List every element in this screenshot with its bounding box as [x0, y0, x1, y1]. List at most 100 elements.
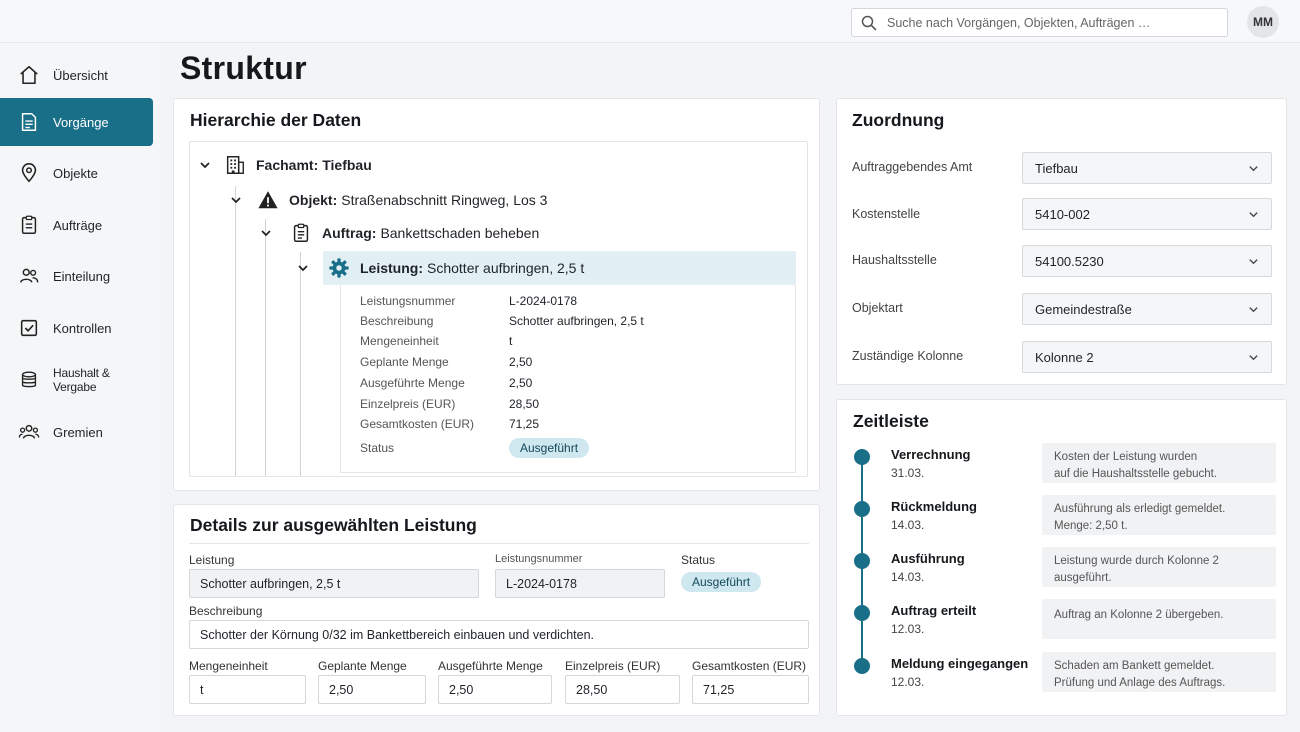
avatar[interactable]: MM	[1247, 6, 1279, 38]
leistungsnummer-field[interactable]: L-2024-0178	[495, 569, 665, 598]
einzelpreis-field[interactable]: 28,50	[565, 675, 680, 704]
timeline-event-note: Leistung wurde durch Kolonne 2 ausgeführ…	[1042, 547, 1276, 587]
note-line: ausgeführt.	[1054, 572, 1112, 584]
page-title: Struktur	[180, 50, 307, 86]
select-value: Kolonne 2	[1035, 349, 1094, 365]
sidebar-item-gremien[interactable]: Gremien	[0, 408, 153, 456]
sidebar-item-label: Vorgänge	[53, 114, 109, 130]
tree-guide-line	[300, 252, 301, 476]
note-line: Kosten der Leistung wurden	[1054, 451, 1198, 463]
timeline-event-date: 14.03.	[891, 518, 925, 532]
details-title: Details zur ausgewählten Leistung	[190, 515, 477, 535]
select-value: 5410-002	[1035, 206, 1090, 222]
home-icon	[20, 65, 38, 85]
zuordnung-label: Objektart	[852, 301, 903, 315]
gesamtkosten-field[interactable]: 71,25	[692, 675, 809, 704]
sidebar-item-auftraege[interactable]: Aufträge	[0, 201, 153, 249]
beschreibung-field[interactable]: Schotter der Körnung 0/32 im Bankettbere…	[189, 620, 809, 649]
sidebar-item-objekte[interactable]: Objekte	[0, 149, 153, 197]
detail-key: Leistungsnummer	[360, 294, 456, 308]
leistung-label: Leistung	[189, 553, 235, 567]
timeline-event-date: 12.03.	[891, 622, 925, 636]
timeline-dot	[854, 553, 870, 569]
sidebar-item-kontrollen[interactable]: Kontrollen	[0, 304, 153, 352]
tree-node-value: Bankettschaden beheben	[380, 225, 540, 241]
note-line: Auftrag an Kolonne 2 übergeben.	[1054, 609, 1224, 621]
note-line: auf die Haushaltsstelle gebucht.	[1054, 468, 1218, 480]
chevron-down-icon[interactable]	[230, 194, 242, 206]
tree-guide-line	[265, 219, 266, 476]
ausgefuehrte-menge-field[interactable]: 2,50	[438, 675, 552, 704]
timeline-event-title: Ausführung	[891, 551, 965, 566]
details-card: Details zur ausgewählten Leistung Leistu…	[173, 504, 820, 716]
search-input[interactable]	[887, 15, 1207, 30]
sidebar-item-label: Gremien	[53, 424, 103, 440]
detail-key: Geplante Menge	[360, 355, 449, 369]
chevron-down-icon[interactable]	[297, 262, 309, 274]
amt-select[interactable]: Tiefbau	[1022, 152, 1272, 184]
zuordnung-card: Zuordnung Auftraggebendes Amt Tiefbau Ko…	[836, 98, 1287, 385]
sidebar-item-uebersicht[interactable]: Übersicht	[0, 51, 153, 99]
detail-key: Status	[360, 441, 395, 455]
tree-node-value: Schotter aufbringen, 2,5 t	[427, 260, 585, 276]
zuordnung-title: Zuordnung	[852, 110, 945, 130]
chevron-down-icon[interactable]	[199, 159, 211, 171]
objektart-select[interactable]: Gemeindestraße	[1022, 293, 1272, 325]
tree-node-leistung[interactable]: Leistung: Schotter aufbringen, 2,5 t	[328, 256, 584, 280]
sidebar: Übersicht Vorgänge Objekte Aufträge Eint…	[0, 43, 160, 732]
tree-node-auftrag[interactable]: Auftrag: Bankettschaden beheben	[290, 221, 539, 245]
detail-key: Gesamtkosten (EUR)	[360, 417, 475, 431]
kostenstelle-select[interactable]: 5410-002	[1022, 198, 1272, 230]
sidebar-item-haushalt[interactable]: Haushalt & Vergabe	[0, 356, 153, 404]
warning-icon	[258, 191, 278, 209]
hierarchy-card: Hierarchie der Daten Fachamt: Tiefbau Ob…	[173, 98, 820, 491]
note-line: Leistung wurde durch Kolonne 2	[1054, 555, 1219, 567]
timeline-event-title: Meldung eingegangen	[891, 656, 1029, 671]
sidebar-item-label: Kontrollen	[53, 320, 112, 336]
tree-node-fachamt[interactable]: Fachamt: Tiefbau	[224, 153, 376, 177]
kolonne-select[interactable]: Kolonne 2	[1022, 341, 1272, 373]
timeline-event-note: Schaden am Bankett gemeldet. Prüfung und…	[1042, 652, 1276, 692]
hierarchy-tree: Fachamt: Tiefbau Objekt: Straßenabschnit…	[189, 141, 808, 477]
timeline-event-title: Rückmeldung	[891, 499, 977, 514]
zuordnung-label: Auftraggebendes Amt	[852, 160, 973, 174]
timeline-title: Zeitleiste	[853, 411, 929, 431]
status-label: Status	[681, 553, 716, 567]
sidebar-item-vorgaenge[interactable]: Vorgänge	[0, 98, 153, 146]
timeline-event-note: Kosten der Leistung wurden auf die Haush…	[1042, 443, 1276, 483]
note-line: Schaden am Bankett gemeldet.	[1054, 660, 1215, 672]
zuordnung-label: Kostenstelle	[852, 207, 921, 221]
chevron-down-icon	[1249, 307, 1258, 313]
timeline-event-note: Auftrag an Kolonne 2 übergeben.	[1042, 599, 1276, 639]
sidebar-item-label: Objekte	[53, 165, 98, 181]
tree-node-label: Leistung:	[360, 260, 423, 276]
status-badge: Ausgeführt	[681, 572, 762, 592]
detail-value: 71,25	[509, 417, 540, 431]
note-line: Ausführung als erledigt gemeldet.	[1054, 503, 1226, 515]
geplante-menge-field[interactable]: 2,50	[318, 675, 426, 704]
select-value: 54100.5230	[1035, 253, 1104, 269]
geplante-menge-label: Geplante Menge	[318, 659, 407, 673]
tree-node-value: Straßenabschnitt Ringweg, Los 3	[341, 192, 548, 208]
tree-node-label: Objekt:	[289, 192, 338, 208]
tree-node-objekt[interactable]: Objekt: Straßenabschnitt Ringweg, Los 3	[257, 188, 547, 212]
mengeneinheit-field[interactable]: t	[189, 675, 306, 704]
timeline-event-title: Verrechnung	[891, 447, 971, 462]
clipboard-icon	[21, 215, 37, 234]
detail-value: Schotter aufbringen, 2,5 t	[509, 314, 644, 328]
search-box[interactable]	[851, 8, 1228, 37]
users-icon	[20, 268, 39, 283]
sidebar-item-einteilung[interactable]: Einteilung	[0, 252, 153, 300]
tree-node-label: Fachamt:	[256, 157, 319, 173]
detail-value: L-2024-0178	[509, 294, 578, 308]
haushaltsstelle-select[interactable]: 54100.5230	[1022, 245, 1272, 277]
clipboard-icon	[293, 223, 309, 242]
chevron-down-icon[interactable]	[260, 227, 272, 239]
building-icon	[226, 156, 244, 174]
chevron-down-icon	[1249, 166, 1258, 172]
chevron-down-icon	[1249, 355, 1258, 361]
chevron-down-icon	[1249, 259, 1258, 265]
leistung-detail-box: Leistungsnummer L-2024-0178 Beschreibung…	[340, 285, 796, 473]
leistungsnummer-label: Leistungsnummer	[495, 553, 583, 565]
leistung-field[interactable]: Schotter aufbringen, 2,5 t	[189, 569, 479, 598]
